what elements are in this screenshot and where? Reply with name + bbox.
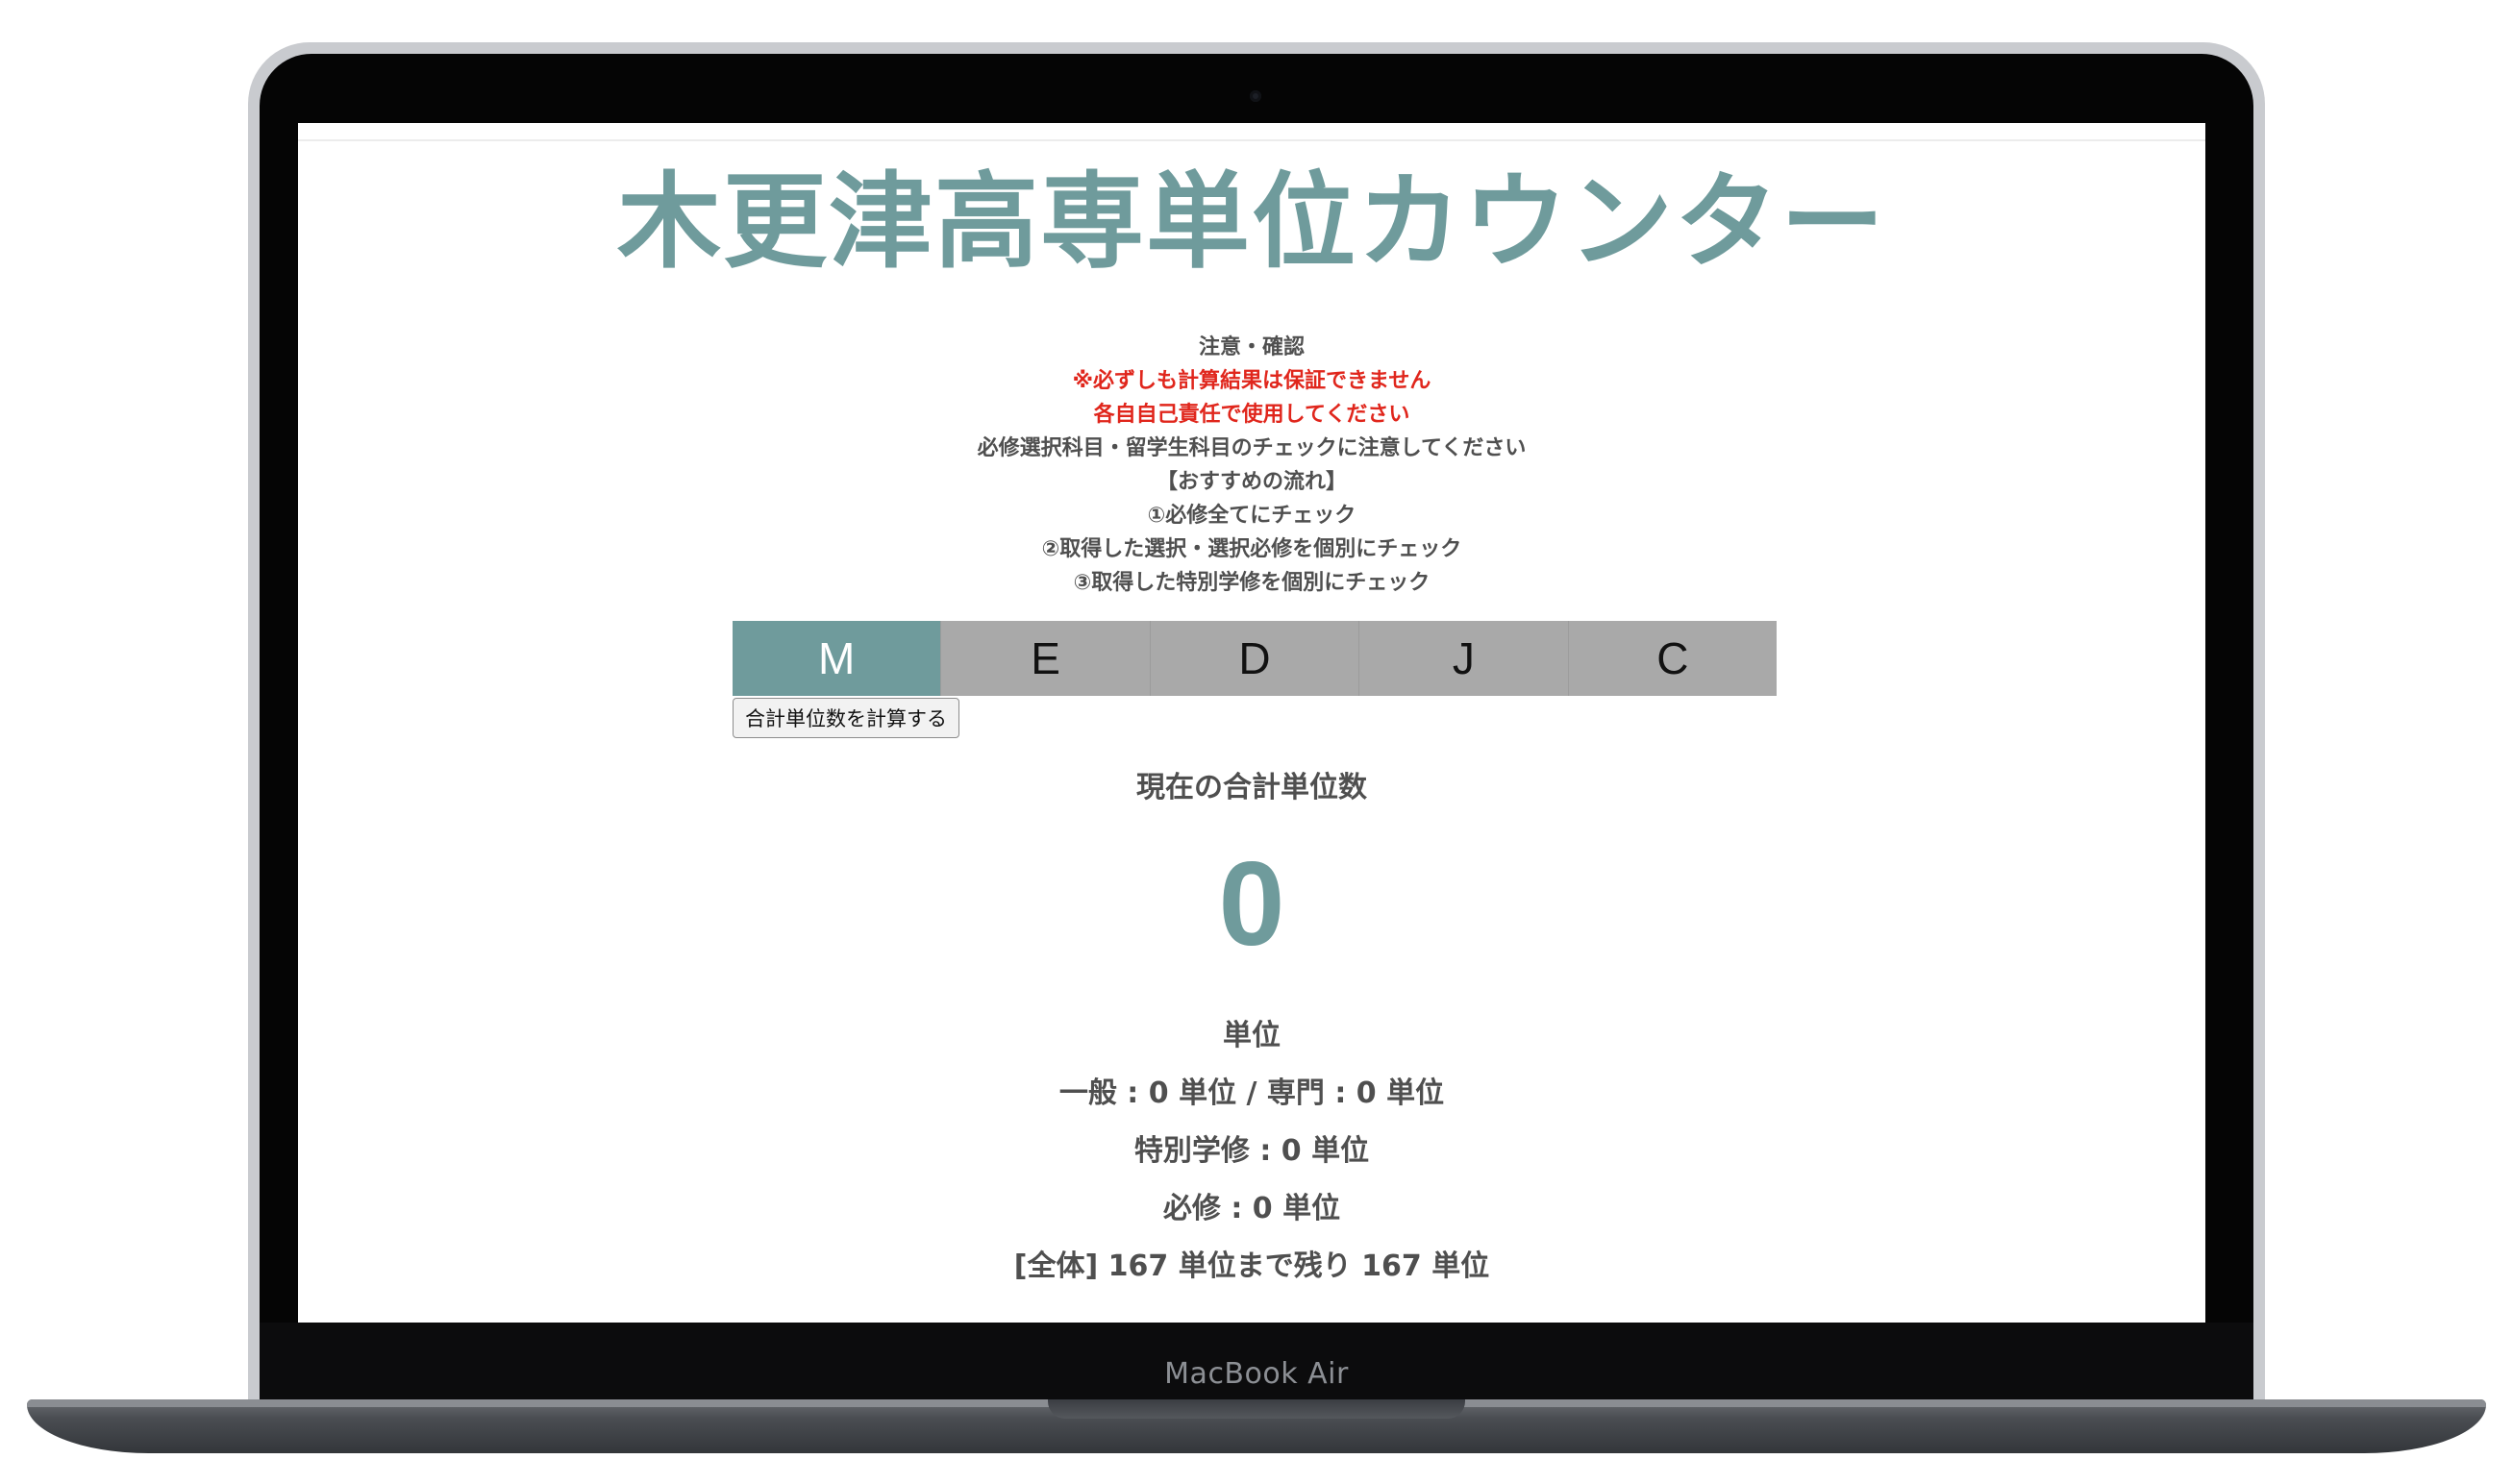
current-total-label: 現在の合計単位数 <box>1136 771 1367 804</box>
flow-step-3: ③取得した特別学修を個別にチェック <box>1073 571 1431 595</box>
notice-heading: 注意・確認 <box>1198 335 1305 359</box>
page-top-divider <box>298 139 2205 141</box>
flow-step-2: ②取得した選択・選択必修を個別にチェック <box>1041 537 1462 561</box>
calculate-total-button[interactable]: 合計単位数を計算する <box>733 698 959 738</box>
tab-e[interactable]: E <box>941 621 1151 696</box>
notice-section: 注意・確認 ※必ずしも計算結果は保証できません 各自自己責任で使用してください … <box>298 331 2205 600</box>
tab-j[interactable]: J <box>1359 621 1569 696</box>
unit-label: 単位 <box>1223 1019 1281 1052</box>
tab-d[interactable]: D <box>1151 621 1360 696</box>
tab-c[interactable]: C <box>1569 621 1777 696</box>
page-title: 木更津高専単位カウンター <box>616 162 1886 283</box>
flow-step-1: ①必修全てにチェック <box>1147 504 1356 528</box>
required-credits: 必修 : 0 単位 <box>1162 1192 1341 1225</box>
browser-viewport: 木更津高専単位カウンター 注意・確認 ※必ずしも計算結果は保証できません 各自自… <box>298 123 2205 1323</box>
warning-responsibility: 各自自己責任で使用してください <box>1093 403 1410 427</box>
tab-m[interactable]: M <box>733 621 942 696</box>
device-mockup: 木更津高専単位カウンター 注意・確認 ※必ずしも計算結果は保証できません 各自自… <box>0 0 2513 1484</box>
caution-text: 必修選択科目・留学生科目のチェックに注意してください <box>977 436 1527 460</box>
overall-remaining-credits: [全体] 167 単位まで残り 167 単位 <box>1013 1249 1490 1283</box>
department-tabs: M E D J C <box>733 621 1777 696</box>
laptop-hinge-notch <box>1048 1399 1465 1419</box>
general-specialized-credits: 一般 : 0 単位 / 専門 : 0 単位 <box>1058 1076 1445 1110</box>
current-total-value: 0 <box>1218 838 1285 971</box>
special-study-credits: 特別学修 : 0 単位 <box>1133 1134 1370 1168</box>
device-brand-label: MacBook Air <box>1164 1357 1349 1391</box>
warning-guarantee: ※必ずしも計算結果は保証できません <box>1072 369 1431 393</box>
camera-icon <box>1250 90 1261 102</box>
flow-heading: 【おすすめの流れ】 <box>1156 470 1347 494</box>
